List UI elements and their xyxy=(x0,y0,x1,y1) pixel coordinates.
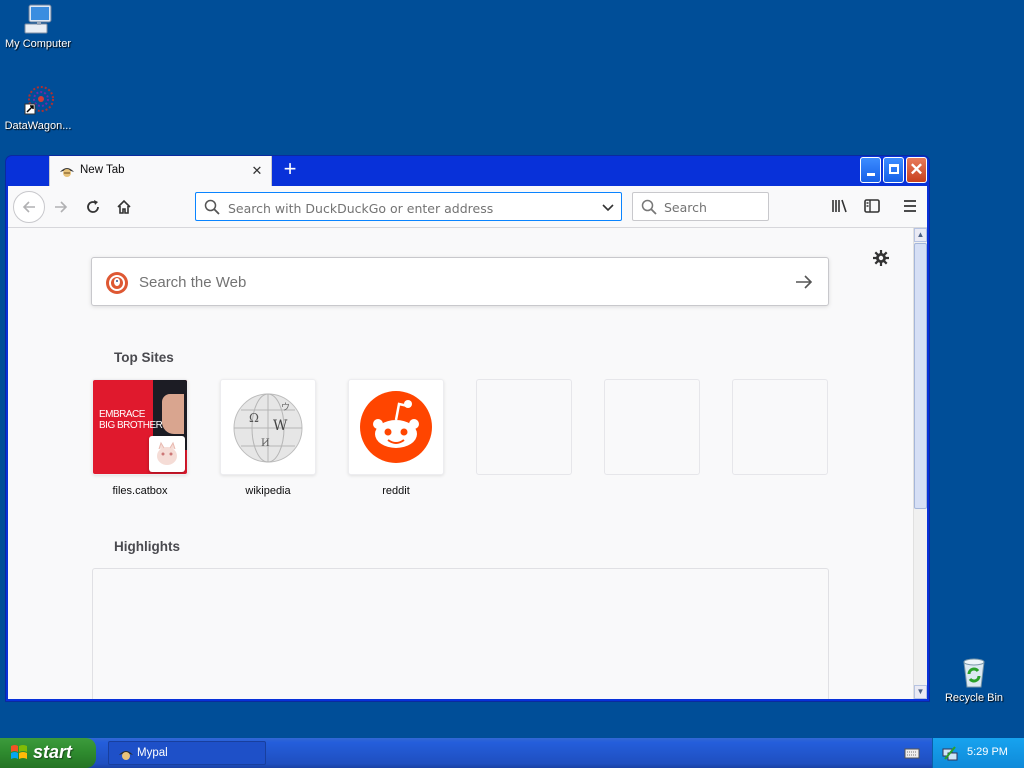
reload-button[interactable] xyxy=(79,193,107,221)
site-tile[interactable]: EMBRACE BIG BROTHER xyxy=(92,379,188,475)
web-search-box[interactable]: Search the Web xyxy=(91,257,829,306)
empty-site-tile[interactable] xyxy=(476,379,572,475)
svg-text:W: W xyxy=(273,418,288,434)
chevron-down-icon[interactable] xyxy=(601,200,615,217)
scroll-down-icon[interactable]: ▼ xyxy=(914,685,927,699)
search-icon xyxy=(204,199,220,218)
scroll-up-icon[interactable]: ▲ xyxy=(914,228,927,242)
svg-text:Ω: Ω xyxy=(249,411,259,425)
mypal-favicon-icon xyxy=(59,163,75,179)
back-button[interactable] xyxy=(13,191,45,223)
highlights-heading: Highlights xyxy=(114,539,180,554)
recycle-bin-desktop-icon[interactable]: Recycle Bin xyxy=(934,656,1014,704)
search-icon xyxy=(641,199,657,218)
site-name[interactable]: reddit xyxy=(348,485,444,497)
arrow-right-icon[interactable] xyxy=(794,272,814,295)
home-icon xyxy=(117,199,131,214)
scrollbar-thumb[interactable] xyxy=(914,243,927,509)
vertical-scrollbar[interactable]: ▲ ▼ xyxy=(913,228,927,699)
top-site-empty[interactable] xyxy=(604,379,700,475)
reddit-logo-icon xyxy=(360,391,432,463)
recycle-bin-icon xyxy=(957,656,991,690)
system-tray: 5:29 PM xyxy=(932,738,1024,768)
icon-label: Recycle Bin xyxy=(944,692,1004,704)
top-sites-heading: Top Sites xyxy=(114,350,174,365)
taskbar-item-mypal[interactable]: Mypal xyxy=(108,741,266,765)
highlights-panel xyxy=(92,568,829,699)
forward-button[interactable] xyxy=(47,193,75,221)
new-tab-page: Search the Web Top Sites EMBRACE BIG BRO… xyxy=(8,228,913,699)
site-screenshot: EMBRACE BIG BROTHER xyxy=(93,380,187,474)
start-label: start xyxy=(33,742,73,762)
web-search-placeholder: Search the Web xyxy=(139,274,247,291)
duckduckgo-logo-icon xyxy=(105,271,129,295)
top-site-reddit[interactable]: reddit xyxy=(348,379,444,497)
tab-title: New Tab xyxy=(80,164,125,176)
search-bar[interactable]: Search xyxy=(632,192,769,221)
computer-icon xyxy=(21,2,55,36)
address-input[interactable] xyxy=(226,197,590,219)
svg-text:И: И xyxy=(261,438,270,449)
new-tab-button[interactable]: + xyxy=(278,158,302,182)
taskbar: start Mypal 5:29 PM xyxy=(0,738,1024,768)
browser-window: New Tab ✕ + ✕ Search with DuckDuckGo or … xyxy=(5,155,930,702)
top-site-files-catbox[interactable]: EMBRACE BIG BROTHER files.catbox xyxy=(92,379,188,497)
top-site-wikipedia[interactable]: Ω W И ウ wikipedia xyxy=(220,379,316,497)
svg-text:ウ: ウ xyxy=(281,402,290,413)
tile-text: BIG BROTHER xyxy=(99,420,163,431)
task-label: Mypal xyxy=(137,747,168,759)
navigation-toolbar: Search xyxy=(8,186,927,228)
start-button[interactable]: start xyxy=(0,738,96,768)
icon-label: My Computer xyxy=(4,38,72,50)
gear-icon[interactable] xyxy=(871,248,891,268)
site-tile[interactable]: Ω W И ウ xyxy=(220,379,316,475)
windows-flag-icon xyxy=(10,744,28,762)
top-site-empty[interactable] xyxy=(732,379,828,475)
tile-text: EMBRACE xyxy=(99,409,145,420)
title-bar[interactable]: New Tab ✕ + ✕ xyxy=(5,155,930,186)
close-window-button[interactable]: ✕ xyxy=(906,157,927,183)
forward-arrow-icon xyxy=(55,201,68,213)
search-placeholder: Search xyxy=(664,200,707,215)
datawagon-icon xyxy=(21,84,55,118)
clock[interactable]: 5:29 PM xyxy=(967,746,1008,758)
back-arrow-icon xyxy=(22,201,35,213)
site-name[interactable]: files.catbox xyxy=(92,485,188,497)
hamburger-menu-icon[interactable] xyxy=(900,196,920,216)
maximize-button[interactable] xyxy=(883,157,904,183)
empty-site-tile[interactable] xyxy=(732,379,828,475)
wikipedia-globe-icon: Ω W И ウ xyxy=(233,393,303,463)
keyboard-icon[interactable] xyxy=(904,746,920,760)
mypal-app-icon xyxy=(118,746,134,762)
library-icon[interactable] xyxy=(830,196,850,216)
tab-new-tab[interactable]: New Tab ✕ xyxy=(49,156,272,186)
my-computer-desktop-icon[interactable]: My Computer xyxy=(0,2,78,50)
icon-label: DataWagon... xyxy=(4,120,72,132)
reload-icon xyxy=(87,200,99,213)
top-site-empty[interactable] xyxy=(476,379,572,475)
sidebar-icon[interactable] xyxy=(862,196,882,216)
address-bar[interactable] xyxy=(195,192,622,221)
catbox-favicon-icon xyxy=(149,436,185,472)
tab-close-icon[interactable]: ✕ xyxy=(249,163,265,179)
datawagon-desktop-icon[interactable]: DataWagon... xyxy=(0,84,78,132)
browser-content-frame: Search with DuckDuckGo or enter address … xyxy=(8,186,927,699)
site-name[interactable]: wikipedia xyxy=(220,485,316,497)
empty-site-tile[interactable] xyxy=(604,379,700,475)
home-button[interactable] xyxy=(110,193,138,221)
site-tile[interactable] xyxy=(348,379,444,475)
minimize-button[interactable] xyxy=(860,157,881,183)
network-icon[interactable] xyxy=(942,745,958,761)
